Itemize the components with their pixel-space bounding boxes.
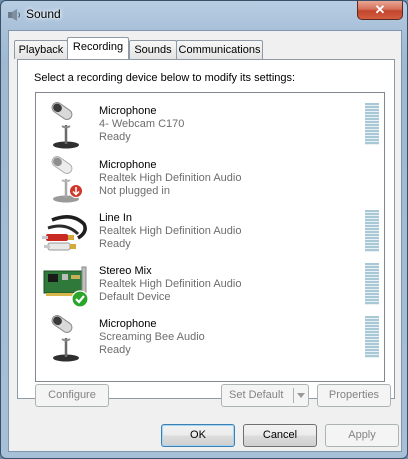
sound-dialog: Sound ✕ Playback Recording Sounds Commun…: [0, 0, 408, 459]
tab-recording[interactable]: Recording: [67, 37, 129, 59]
device-status: Ready: [99, 238, 131, 250]
window-title: Sound: [26, 7, 61, 21]
set-default-button[interactable]: Set Default: [221, 384, 309, 407]
device-name: Stereo Mix: [99, 265, 152, 277]
split-divider: [293, 388, 294, 403]
configure-button[interactable]: Configure: [35, 384, 109, 407]
device-driver: Screaming Bee Audio: [99, 331, 205, 343]
device-driver: Realtek High Definition Audio: [99, 172, 242, 184]
device-item[interactable]: Line In Realtek High Definition Audio Re…: [36, 204, 384, 257]
chevron-down-icon[interactable]: [297, 393, 305, 398]
tab-sounds[interactable]: Sounds: [129, 40, 177, 59]
close-icon: ✕: [374, 2, 386, 17]
device-status: Ready: [99, 344, 131, 356]
title-bar[interactable]: Sound ✕: [1, 1, 407, 29]
sound-card-icon: [43, 266, 89, 308]
level-meter: [365, 263, 379, 305]
rca-cable-icon: [42, 215, 87, 251]
device-status: Default Device: [99, 291, 171, 303]
device-name: Microphone: [99, 159, 157, 171]
device-driver: Realtek High Definition Audio: [99, 225, 242, 237]
device-driver: Realtek High Definition Audio: [99, 278, 242, 290]
device-item[interactable]: Microphone Realtek High Definition Audio…: [36, 151, 384, 204]
device-name: Line In: [99, 212, 133, 224]
device-item[interactable]: Microphone Screaming Bee Audio Ready: [36, 310, 384, 363]
instruction-text: Select a recording device below to modif…: [34, 72, 296, 84]
apply-button[interactable]: Apply: [325, 424, 399, 447]
close-button[interactable]: ✕: [357, 1, 403, 20]
device-driver: 4- Webcam C170: [99, 118, 185, 130]
level-meter: [365, 103, 379, 145]
microphone-icon: [51, 102, 79, 149]
level-meter: [365, 316, 379, 358]
microphone-icon: [51, 315, 79, 362]
tab-communications[interactable]: Communications: [176, 40, 263, 59]
dialog-client: Playback Recording Sounds Communications…: [8, 30, 402, 452]
device-name: Microphone: [99, 105, 157, 117]
device-status: Not plugged in: [99, 185, 170, 197]
tab-playback[interactable]: Playback: [14, 40, 68, 59]
device-status: Ready: [99, 131, 131, 143]
microphone-unplugged-icon: [51, 156, 83, 203]
cancel-button[interactable]: Cancel: [243, 424, 317, 447]
device-item[interactable]: Microphone 4- Webcam C170 Ready: [36, 97, 384, 150]
recording-panel: Select a recording device below to modif…: [17, 59, 395, 407]
device-list[interactable]: Microphone 4- Webcam C170 Ready Micropho…: [35, 92, 385, 382]
level-meter: [365, 210, 379, 252]
set-default-label: Set Default: [229, 389, 284, 401]
ok-button[interactable]: OK: [161, 424, 235, 447]
speaker-icon: [8, 9, 20, 21]
device-name: Microphone: [99, 318, 157, 330]
device-item[interactable]: Stereo Mix Realtek High Definition Audio…: [36, 257, 384, 310]
properties-button[interactable]: Properties: [317, 384, 391, 407]
